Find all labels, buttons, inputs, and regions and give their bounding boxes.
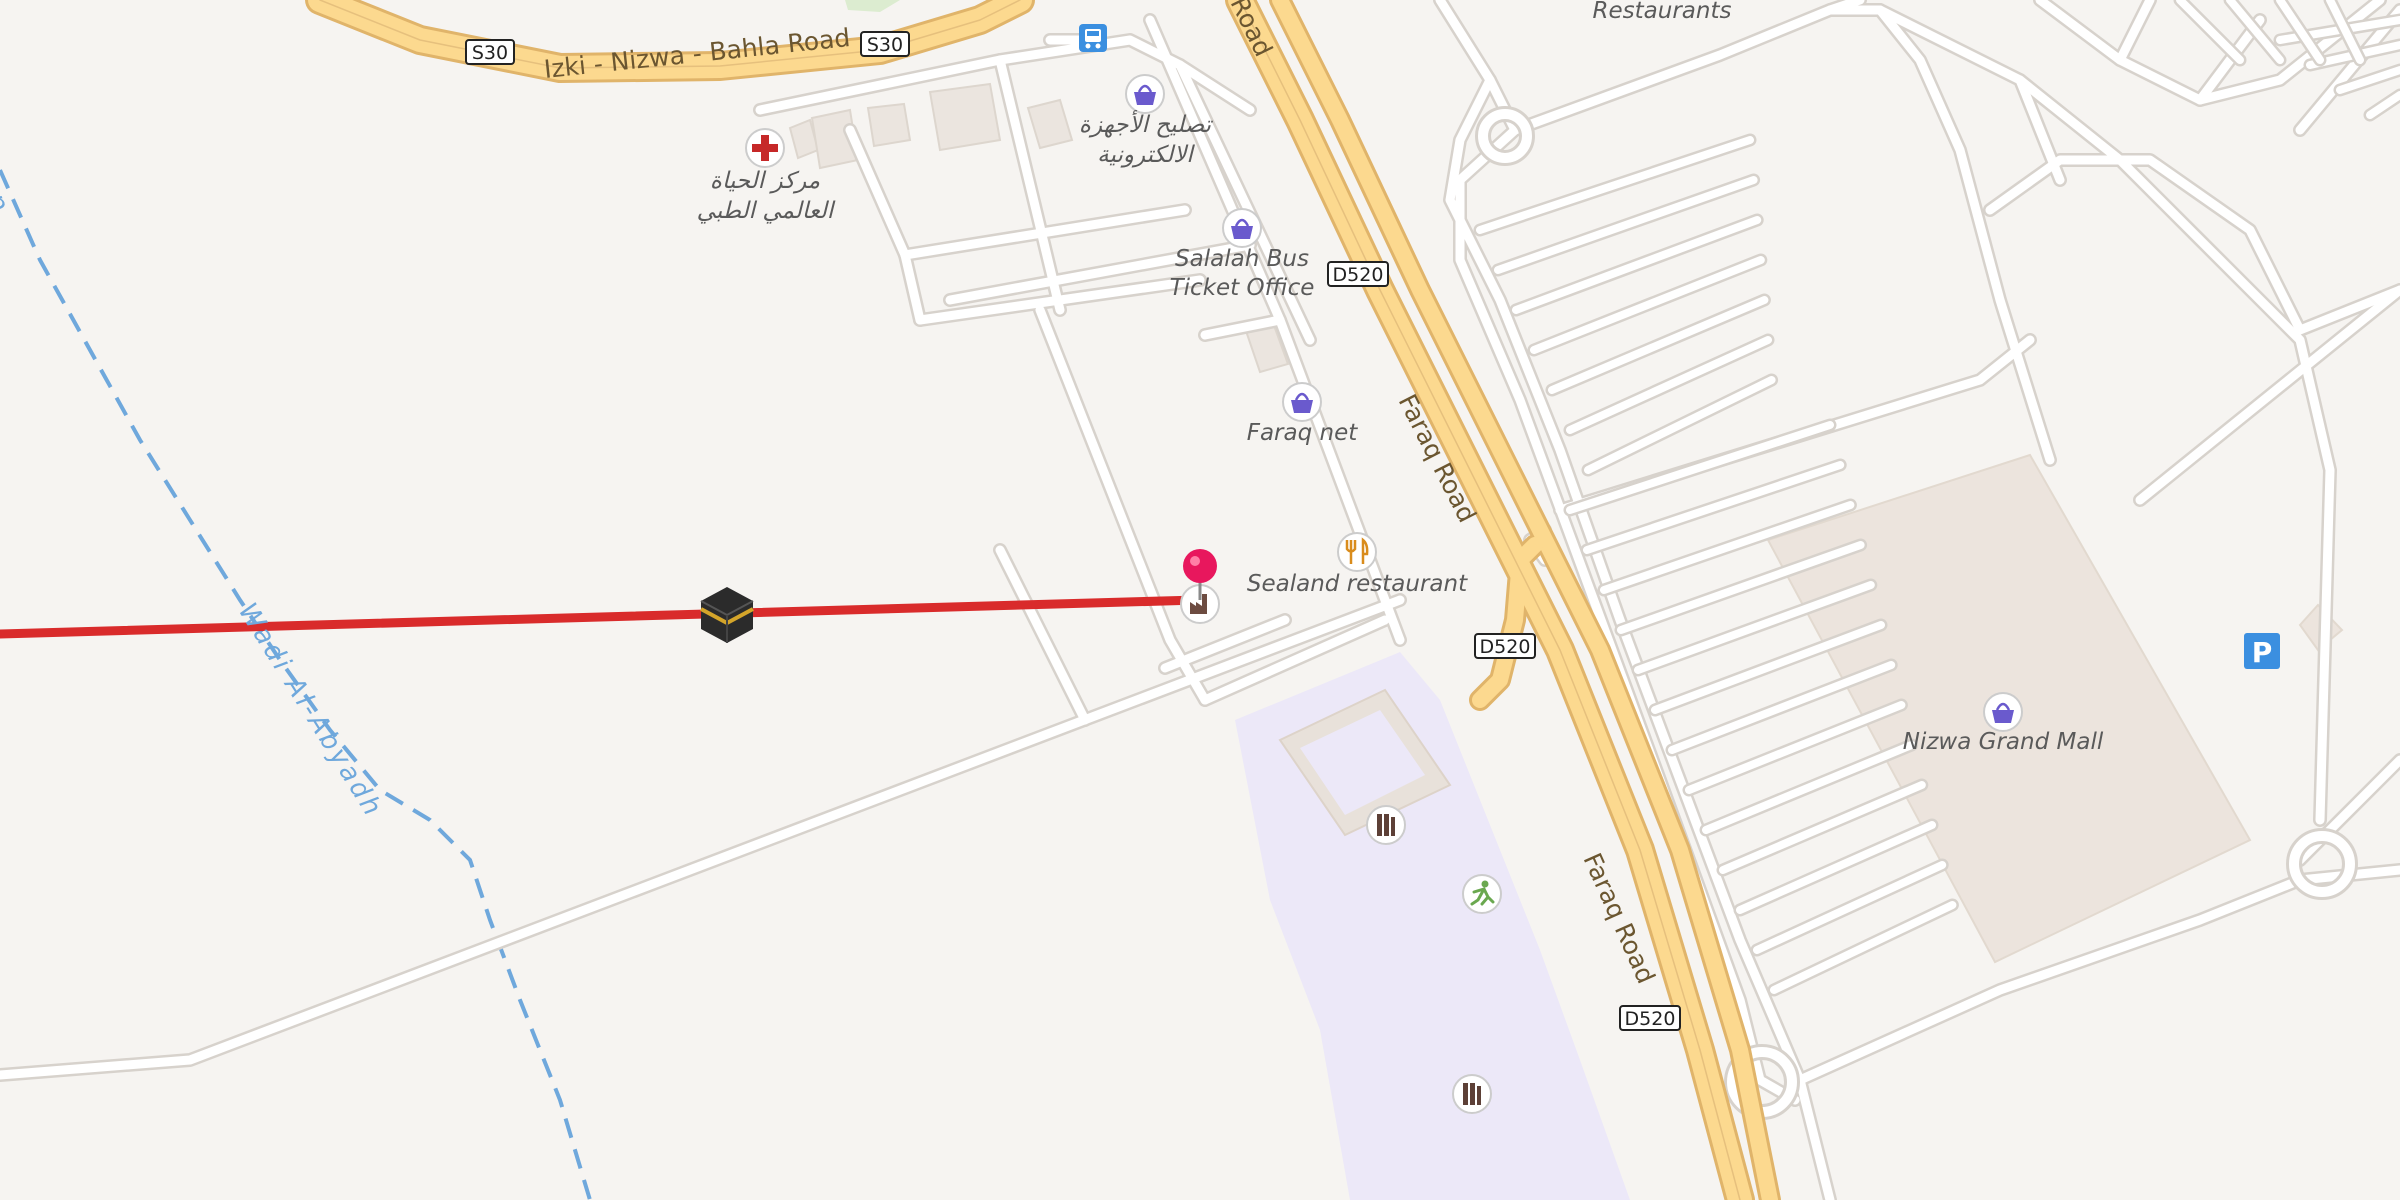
poi-label-medical-1: مركز الحياة <box>710 168 820 194</box>
svg-text:D520: D520 <box>1625 1008 1676 1030</box>
poi-bus-stop[interactable] <box>1079 24 1107 52</box>
svg-text:P: P <box>2252 636 2273 669</box>
red-cross-icon <box>745 128 785 168</box>
poi-label-restaurants[interactable]: Restaurants <box>1593 0 1732 24</box>
map-canvas[interactable]: Izki - Nizwa - Bahla Road Faraq Road Far… <box>0 0 2400 1200</box>
poi-sealand-restaurant[interactable]: Sealand restaurant <box>1247 532 1468 597</box>
poi-label-bus-ticket-2: Ticket Office <box>1170 275 1315 301</box>
svg-text:S30: S30 <box>472 42 508 64</box>
svg-text:D520: D520 <box>1480 636 1531 658</box>
svg-text:D520: D520 <box>1333 264 1384 286</box>
library-icon[interactable] <box>1452 1074 1492 1114</box>
kaaba-icon[interactable] <box>700 587 754 643</box>
running-person-icon[interactable] <box>1462 874 1502 914</box>
poi-label-medical-2: العالمي الطبي <box>697 198 836 224</box>
wadi-label: Wadi Al-Abyadh <box>232 598 388 824</box>
shield-d520-b: D520 <box>1474 633 1536 659</box>
svg-text:S30: S30 <box>867 34 903 56</box>
poi-faraq-net[interactable]: Faraq net <box>1247 382 1359 446</box>
poi-label-nizwa-mall: Nizwa Grand Mall <box>1903 729 2104 755</box>
library-icon[interactable] <box>1366 805 1406 845</box>
fork-knife-icon <box>1337 532 1377 572</box>
poi-label-faraq-net: Faraq net <box>1247 420 1359 446</box>
shopping-basket-icon <box>1282 382 1322 422</box>
bus-stop-icon <box>1079 24 1107 52</box>
shield-d520-a: D520 <box>1327 261 1389 287</box>
poi-label-sealand: Sealand restaurant <box>1247 571 1468 597</box>
road-label-faraq-road-top: Road <box>1225 0 1279 61</box>
parking-icon[interactable]: P <box>2244 633 2280 669</box>
poi-label-electronics-1: تصليح الأجهزة <box>1079 110 1214 138</box>
poi-label-electronics-2: الالكترونية <box>1097 142 1195 168</box>
poi-salalah-bus-ticket-office[interactable]: Salalah Bus Ticket Office <box>1170 208 1315 301</box>
poi-label-bus-ticket-1: Salalah Bus <box>1175 246 1309 272</box>
shield-s30-b: S30 <box>860 31 910 57</box>
shield-d520-c: D520 <box>1619 1005 1681 1031</box>
shield-s30-a: S30 <box>465 39 515 65</box>
route-line <box>0 595 1203 639</box>
shopping-basket-icon <box>1983 692 2023 732</box>
shopping-basket-icon <box>1125 74 1165 114</box>
shopping-basket-icon <box>1222 208 1262 248</box>
